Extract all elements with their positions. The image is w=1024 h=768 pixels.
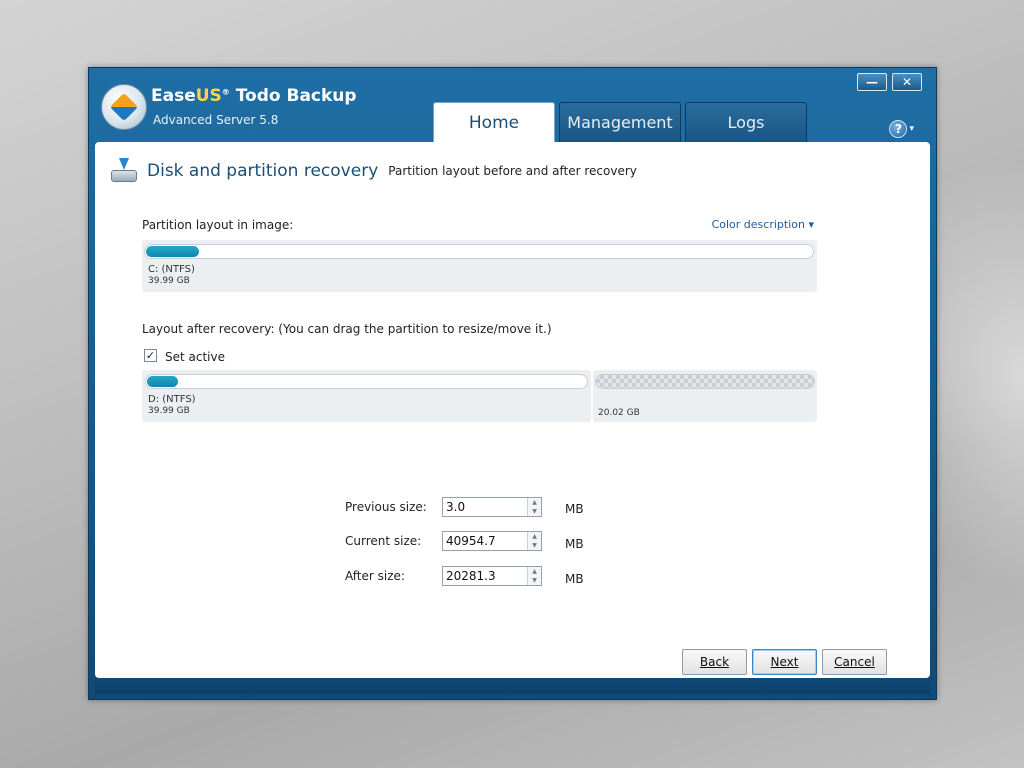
after-size-spinner[interactable]: ▲▼ (442, 566, 542, 586)
brand-us: US (195, 86, 222, 106)
current-size-label: Current size: (345, 534, 422, 548)
unallocated-area: 20.02 GB (593, 370, 817, 422)
partition-d-bar[interactable] (145, 374, 588, 389)
current-size-unit: MB (565, 537, 584, 551)
current-size-input[interactable] (443, 532, 527, 550)
color-description-link[interactable]: Color description ▾ (712, 218, 814, 231)
back-button[interactable]: Back (682, 649, 747, 675)
after-size-up-icon[interactable]: ▲ (528, 567, 541, 576)
app-edition: Advanced Server 5.8 (153, 113, 279, 127)
image-partition-area: C: (NTFS) 39.99 GB (142, 240, 817, 292)
after-layout-label: Layout after recovery: (You can drag the… (142, 322, 552, 336)
current-size-up-icon[interactable]: ▲ (528, 532, 541, 541)
next-button[interactable]: Next (752, 649, 817, 675)
after-size-label: After size: (345, 569, 405, 583)
set-active-label: Set active (165, 350, 225, 364)
tab-management[interactable]: Management (559, 102, 681, 142)
tab-home[interactable]: Home (433, 102, 555, 142)
partition-d-size: 39.99 GB (148, 406, 190, 416)
current-size-spinner[interactable]: ▲▼ (442, 531, 542, 551)
partition-c-used-fill (146, 246, 200, 257)
unallocated-size: 20.02 GB (598, 408, 640, 418)
image-layout-label: Partition layout in image: (142, 218, 294, 232)
partition-c-size: 39.99 GB (148, 276, 190, 286)
after-size-unit: MB (565, 572, 584, 586)
page-title: Disk and partition recovery (147, 161, 379, 181)
brand-product: Todo Backup (229, 86, 357, 106)
after-partition-area[interactable]: D: (NTFS) 39.99 GB (142, 370, 591, 422)
after-size-down-icon[interactable]: ▼ (528, 576, 541, 585)
previous-size-up-icon[interactable]: ▲ (528, 498, 541, 507)
page-header: Disk and partition recovery Partition la… (111, 158, 637, 184)
color-description-text: Color description (711, 218, 805, 231)
previous-size-down-icon[interactable]: ▼ (528, 507, 541, 516)
window-controls: — ✕ (857, 73, 922, 91)
close-button[interactable]: ✕ (892, 73, 922, 91)
help-icon: ? (889, 120, 908, 138)
help-caret-icon: ▾ (909, 124, 914, 134)
disk-recovery-icon (111, 158, 137, 184)
app-window: EaseUS® Todo Backup Advanced Server 5.8 … (88, 67, 937, 700)
previous-size-unit: MB (565, 502, 584, 516)
main-tabs: Home Management Logs (433, 102, 807, 142)
app-logo-icon (101, 84, 147, 130)
brand-ease: Ease (151, 86, 196, 106)
current-size-down-icon[interactable]: ▼ (528, 541, 541, 550)
help-menu-button[interactable]: ? ▾ (889, 120, 914, 138)
previous-size-label: Previous size: (345, 500, 427, 514)
previous-size-spinner[interactable]: ▲▼ (442, 497, 542, 517)
brand-registered: ® (221, 87, 230, 97)
content-panel: Disk and partition recovery Partition la… (95, 142, 930, 678)
chevron-down-icon: ▾ (808, 218, 814, 231)
unallocated-bar (595, 374, 815, 389)
partition-c-bar[interactable] (144, 244, 814, 259)
after-size-input[interactable] (443, 567, 527, 585)
app-brand: EaseUS® Todo Backup (151, 86, 357, 106)
partition-c-name: C: (NTFS) (148, 264, 195, 275)
minimize-button[interactable]: — (857, 73, 887, 91)
previous-size-input[interactable] (443, 498, 527, 516)
page-subtitle: Partition layout before and after recove… (388, 164, 637, 178)
set-active-checkbox[interactable]: ✓ (144, 349, 157, 362)
tab-logs[interactable]: Logs (685, 102, 807, 142)
partition-d-name: D: (NTFS) (148, 394, 196, 405)
cancel-button[interactable]: Cancel (822, 649, 887, 675)
partition-d-used-fill (147, 376, 178, 387)
window-bottom-strip (95, 678, 930, 694)
